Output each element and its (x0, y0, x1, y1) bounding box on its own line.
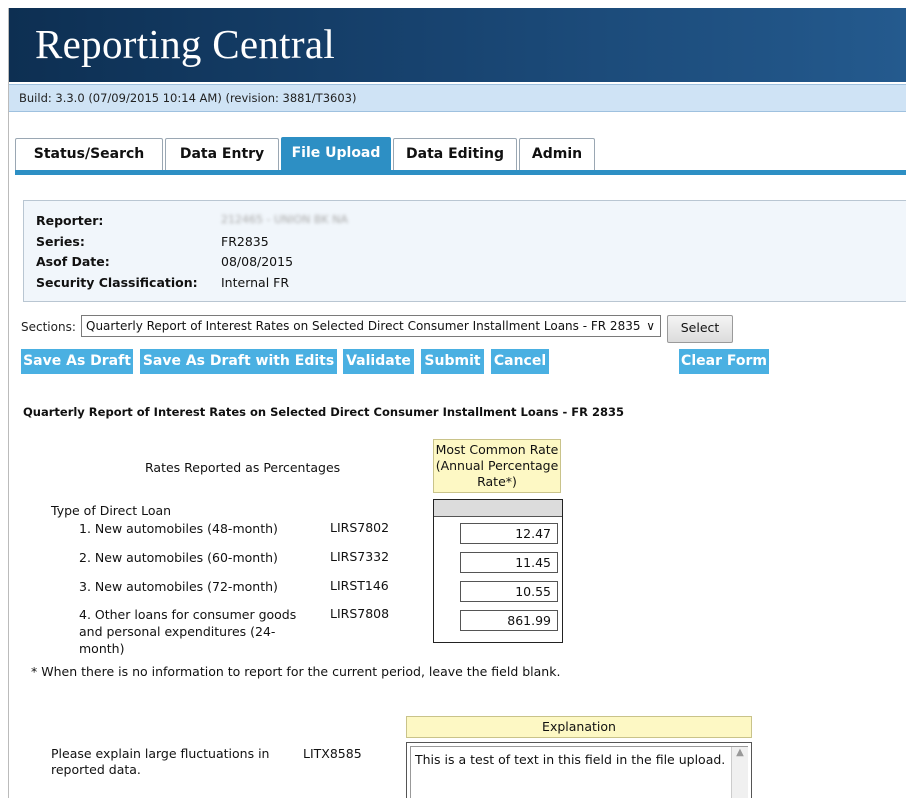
explanation-text: This is a test of text in this field in … (415, 752, 726, 767)
sections-select[interactable]: Quarterly Report of Interest Rates on Se… (81, 315, 661, 337)
row-label-3: 3. New automobiles (72-month) (79, 579, 278, 594)
scroll-up-icon[interactable]: ▲ (736, 747, 744, 758)
asof-value: 08/08/2015 (221, 254, 294, 269)
chevron-down-icon: ∨ (646, 319, 655, 333)
validate-button[interactable]: Validate (343, 349, 414, 374)
row-label-2: 2. New automobiles (60-month) (79, 550, 278, 565)
reporter-value: 212465 - UNION BK NA (221, 213, 348, 226)
save-draft-edits-button[interactable]: Save As Draft with Edits (140, 349, 337, 374)
app-window: Reporting Central Build: 3.3.0 (07/09/20… (8, 8, 906, 798)
row-label-4: 4. Other loans for consumer goods and pe… (79, 607, 297, 656)
tab-file-upload[interactable]: File Upload (281, 137, 391, 171)
row-code-3: LIRST146 (330, 578, 389, 593)
security-value: Internal FR (221, 275, 290, 290)
rate-input-4[interactable]: 861.99 (460, 610, 558, 631)
rate-input-3[interactable]: 10.55 (460, 581, 558, 602)
sections-label: Sections: (21, 320, 76, 334)
series-label: Series: (36, 234, 85, 249)
build-info: Build: 3.3.0 (07/09/2015 10:14 AM) (revi… (19, 91, 357, 105)
tab-data-editing[interactable]: Data Editing (393, 138, 517, 170)
reporter-info-panel: Reporter: 212465 - UNION BK NA Series: F… (23, 200, 906, 302)
explanation-header: Explanation (406, 716, 752, 738)
explanation-textarea[interactable]: This is a test of text in this field in … (410, 746, 748, 798)
rates-label: Rates Reported as Percentages (145, 460, 341, 475)
save-draft-button[interactable]: Save As Draft (21, 349, 133, 374)
row-label-1: 1. New automobiles (48-month) (79, 521, 278, 536)
tab-underline (15, 170, 906, 175)
submit-button[interactable]: Submit (421, 349, 484, 374)
loan-type-label: Type of Direct Loan (51, 503, 172, 518)
app-title: Reporting Central (35, 21, 336, 67)
build-bar: Build: 3.3.0 (07/09/2015 10:14 AM) (revi… (9, 84, 906, 112)
explanation-question: Please explain large fluctuations in rep… (51, 746, 270, 777)
cancel-button[interactable]: Cancel (491, 349, 549, 374)
rate-grid-header (434, 500, 562, 517)
select-button[interactable]: Select (667, 315, 733, 343)
rate-column-header: Most Common Rate (Annual Percentage Rate… (433, 439, 561, 493)
explanation-code: LITX8585 (303, 746, 362, 761)
form-title: Quarterly Report of Interest Rates on Se… (23, 405, 625, 419)
row-code-1: LIRS7802 (330, 520, 390, 535)
security-label: Security Classification: (36, 275, 198, 290)
asof-label: Asof Date: (36, 254, 110, 269)
series-value: FR2835 (221, 234, 269, 249)
row-code-2: LIRS7332 (330, 549, 390, 564)
rate-input-1[interactable]: 12.47 (460, 523, 558, 544)
rate-grid: 12.47 11.45 10.55 861.99 (433, 499, 563, 643)
explanation-textarea-frame: This is a test of text in this field in … (406, 742, 752, 798)
sections-selected: Quarterly Report of Interest Rates on Se… (86, 319, 641, 333)
tab-admin[interactable]: Admin (519, 138, 595, 170)
blank-field-note: * When there is no information to report… (31, 664, 561, 679)
textarea-scrollbar[interactable]: ▲ (731, 747, 748, 798)
row-code-4: LIRS7808 (330, 606, 390, 621)
reporter-label: Reporter: (36, 213, 104, 228)
app-banner: Reporting Central (9, 8, 906, 82)
tab-status-search[interactable]: Status/Search (15, 138, 163, 170)
rate-input-2[interactable]: 11.45 (460, 552, 558, 573)
tab-data-entry[interactable]: Data Entry (165, 138, 279, 170)
clear-form-button[interactable]: Clear Form (679, 349, 769, 374)
